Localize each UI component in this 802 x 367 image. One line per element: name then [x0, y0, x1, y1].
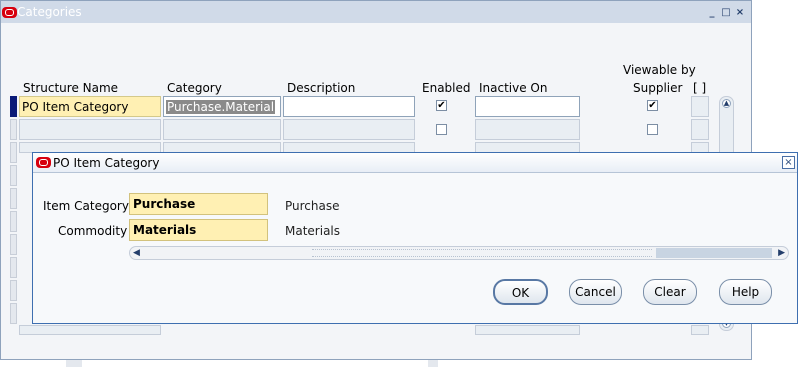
viewable-checkbox[interactable]	[647, 124, 658, 135]
commodity-field[interactable]: Materials	[129, 219, 268, 241]
structure-name-field[interactable]	[19, 119, 161, 140]
inactive-on-field[interactable]	[475, 119, 580, 140]
po-item-category-dialog: PO Item Category × Item Category Purchas…	[32, 152, 798, 324]
col-category: Category	[167, 81, 222, 95]
close-icon[interactable]: ×	[734, 7, 746, 19]
scroll-right-icon[interactable]: ▶	[778, 248, 785, 258]
row-indicator[interactable]	[10, 165, 17, 186]
row-indicator[interactable]	[10, 142, 17, 163]
cancel-button[interactable]: Cancel	[569, 279, 622, 305]
structure-name-field[interactable]	[19, 325, 161, 335]
horizontal-scrollbar[interactable]: ◀ ▶	[129, 246, 789, 260]
oracle-icon	[36, 157, 51, 168]
scroll-thumb[interactable]	[312, 249, 652, 257]
ok-button[interactable]: OK	[493, 279, 548, 305]
item-category-description: Purchase	[285, 199, 340, 213]
clear-button[interactable]: Clear	[643, 279, 697, 305]
row-indicator[interactable]	[10, 234, 17, 255]
dialog-titlebar[interactable]: PO Item Category ×	[33, 153, 797, 173]
minimize-icon[interactable]: _	[706, 7, 718, 19]
row-indicator-current[interactable]	[10, 96, 17, 117]
row-indicator[interactable]	[10, 257, 17, 278]
col-structure-name: Structure Name	[23, 81, 119, 95]
row-indicator[interactable]	[10, 188, 17, 209]
enabled-checkbox[interactable]: ✔	[436, 100, 447, 111]
scroll-up-icon[interactable]: ▲	[722, 99, 731, 108]
flex-field[interactable]	[691, 96, 709, 117]
commodity-label: Commodity	[58, 224, 128, 238]
description-field[interactable]	[283, 96, 415, 117]
category-field[interactable]	[163, 119, 281, 140]
col-inactive-on: Inactive On	[479, 81, 548, 95]
row-indicator[interactable]	[10, 119, 17, 140]
window-edge	[428, 360, 438, 367]
flex-field[interactable]	[691, 119, 709, 140]
oracle-icon	[2, 7, 17, 18]
scroll-track[interactable]	[656, 248, 772, 258]
scroll-left-icon[interactable]: ◀	[133, 248, 140, 258]
item-category-field[interactable]: Purchase	[129, 193, 268, 215]
category-value: Purchase.Material	[166, 100, 276, 114]
flex-field[interactable]	[691, 325, 709, 335]
inactive-on-field[interactable]	[475, 325, 580, 335]
structure-name-field[interactable]: PO Item Category	[19, 96, 161, 117]
col-enabled: Enabled	[422, 81, 471, 95]
viewable-checkbox[interactable]: ✔	[647, 100, 658, 111]
close-icon[interactable]: ×	[782, 156, 795, 169]
col-viewable-line1: Viewable by	[623, 63, 696, 77]
row-indicator[interactable]	[10, 303, 17, 324]
enabled-checkbox[interactable]	[436, 124, 447, 135]
maximize-icon[interactable]: □	[720, 7, 732, 19]
dialog-title: PO Item Category	[53, 156, 160, 170]
col-flex: [ ]	[693, 81, 707, 95]
window-titlebar[interactable]: Categories _ □ ×	[1, 1, 751, 23]
window-title: Categories	[17, 5, 82, 19]
description-field[interactable]	[283, 119, 415, 140]
window-edge	[66, 360, 82, 367]
col-description: Description	[287, 81, 356, 95]
category-field[interactable]: Purchase.Material	[163, 96, 281, 117]
col-viewable-line2: Supplier	[633, 81, 683, 95]
item-category-label: Item Category	[43, 199, 129, 213]
row-indicator[interactable]	[10, 211, 17, 232]
commodity-description: Materials	[285, 224, 341, 238]
structure-name-value: PO Item Category	[22, 100, 129, 114]
inactive-on-field[interactable]	[475, 96, 580, 117]
row-indicator[interactable]	[10, 280, 17, 301]
help-button[interactable]: Help	[719, 279, 772, 305]
